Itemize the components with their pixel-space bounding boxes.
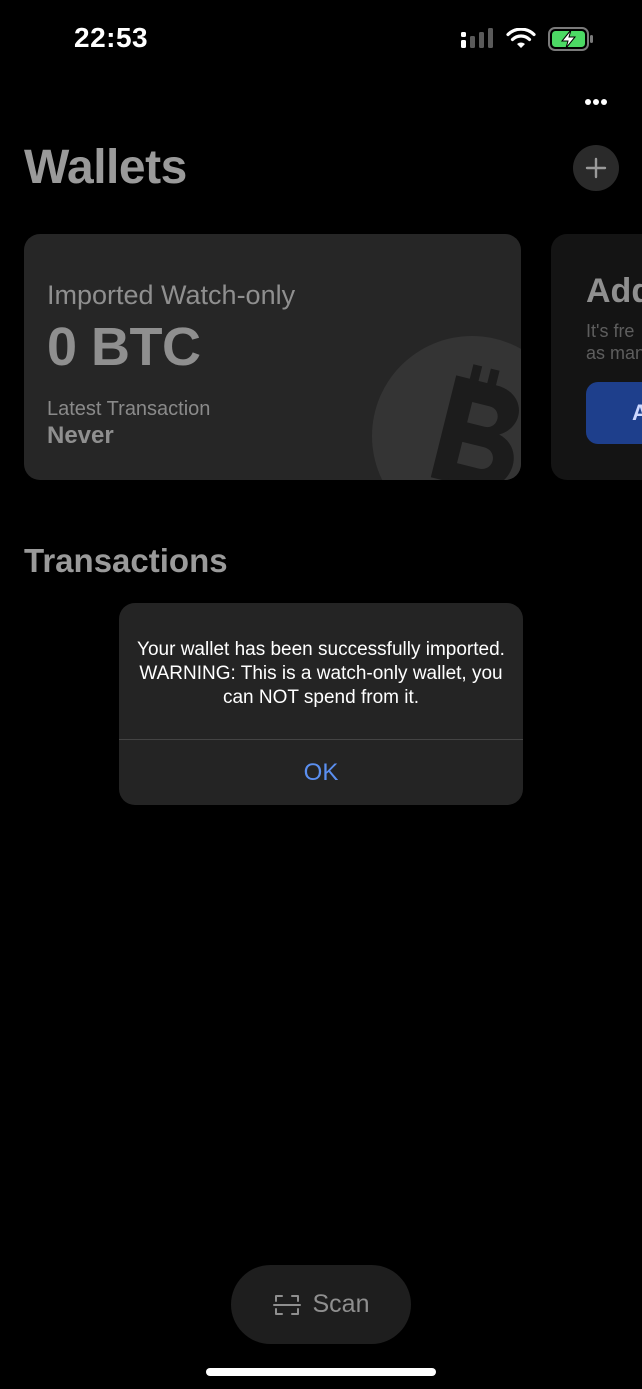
bitcoin-icon	[372, 336, 521, 480]
add-card-desc-line: as man	[586, 343, 642, 363]
wallet-type: Imported Watch-only	[47, 280, 296, 310]
more-horizontal-icon	[585, 99, 607, 105]
status-bar: 22:53	[0, 0, 642, 80]
home-indicator[interactable]	[206, 1368, 436, 1376]
add-now-button[interactable]: A	[586, 382, 642, 444]
add-card-description: It's fre as man	[586, 320, 642, 364]
page-title: Wallets	[24, 141, 187, 194]
latest-transaction-label: Latest Transaction	[47, 398, 211, 420]
wallet-balance: 0 BTC	[47, 317, 201, 377]
scan-button[interactable]: Scan	[231, 1265, 411, 1344]
add-wallet-card[interactable]: Add It's fre as man A	[551, 234, 642, 480]
status-icons	[460, 26, 594, 52]
transactions-title: Transactions	[24, 542, 228, 579]
alert-ok-button[interactable]: OK	[119, 740, 523, 805]
more-options-button[interactable]	[578, 88, 614, 116]
scan-icon	[272, 1294, 301, 1315]
scan-label: Scan	[312, 1290, 370, 1318]
add-wallet-button[interactable]	[573, 145, 619, 191]
plus-icon	[585, 157, 607, 179]
add-card-title: Add	[586, 272, 642, 310]
add-card-desc-line: It's fre	[586, 321, 635, 341]
latest-transaction-value: Never	[47, 422, 114, 449]
battery-charging-icon	[548, 27, 593, 51]
alert-dialog: Your wallet has been successfully import…	[119, 603, 523, 805]
app-root: 22:53 Wallets Imported Watch-only 0 BTC …	[0, 0, 642, 1389]
wifi-icon	[506, 28, 536, 48]
status-time: 22:53	[74, 22, 149, 53]
signal-icon	[461, 28, 493, 48]
wallet-card[interactable]: Imported Watch-only 0 BTC Latest Transac…	[24, 234, 521, 480]
alert-message: Your wallet has been successfully import…	[137, 639, 505, 708]
